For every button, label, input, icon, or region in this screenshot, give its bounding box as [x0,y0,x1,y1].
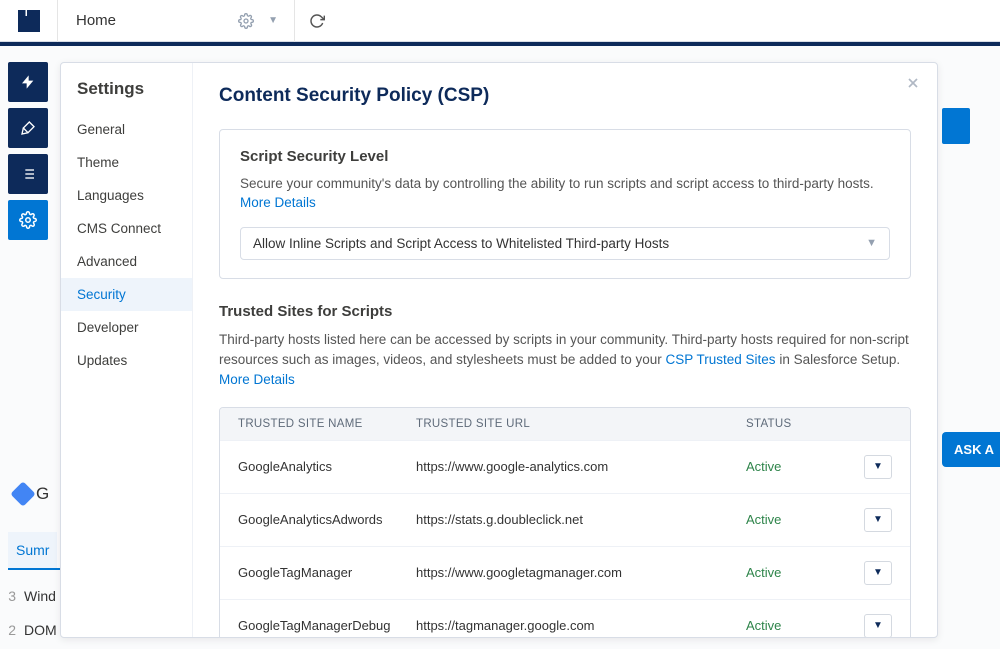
row-name: GoogleTagManagerDebug [238,618,416,633]
nav-languages[interactable]: Languages [61,179,192,212]
nav-cms-connect[interactable]: CMS Connect [61,212,192,245]
settings-main: Content Security Policy (CSP) Script Sec… [193,63,937,637]
script-security-card: Script Security Level Secure your commun… [219,129,911,279]
trusted-sites-desc: Third-party hosts listed here can be acc… [219,330,911,391]
rail-bolt-icon[interactable] [8,62,48,102]
row-name: GoogleAnalytics [238,459,416,474]
row-action-button[interactable]: ▼ [864,455,892,479]
close-button[interactable] [905,75,921,91]
more-details-link[interactable]: More Details [240,195,316,210]
page-title: Content Security Policy (CSP) [219,85,911,107]
app-launcher-icon[interactable] [0,0,58,42]
nav-updates[interactable]: Updates [61,344,192,377]
rail-gear-icon[interactable] [8,200,48,240]
security-level-select[interactable]: Allow Inline Scripts and Script Access t… [240,227,890,260]
bg-button [942,108,970,144]
rail-list-icon[interactable] [8,154,48,194]
row-name: GoogleTagManager [238,565,416,580]
topbar: Home ▼ [0,0,1000,42]
settings-sidebar: Settings General Theme Languages CMS Con… [61,63,193,637]
chevron-down-icon: ▼ [866,237,877,249]
row-status: Active [746,459,856,474]
home-tab[interactable]: Home ▼ [58,0,295,42]
nav-general[interactable]: General [61,113,192,146]
gtm-heading-partial: G [14,484,49,504]
trusted-sites-title: Trusted Sites for Scripts [219,303,911,320]
ask-button-partial: ASK A [942,432,1000,467]
script-security-desc: Secure your community's data by controll… [240,175,890,213]
row-status: Active [746,512,856,527]
gear-icon[interactable] [238,13,254,29]
row-action-button[interactable]: ▼ [864,508,892,532]
table-row: GoogleTagManagerDebug https://tagmanager… [220,599,910,637]
csp-trusted-sites-link[interactable]: CSP Trusted Sites [666,352,776,367]
gtm-icon [10,481,35,506]
header-status: STATUS [746,418,856,430]
settings-title: Settings [61,79,192,113]
script-security-title: Script Security Level [240,148,890,165]
row-url: https://www.google-analytics.com [416,459,746,474]
rail-brush-icon[interactable] [8,108,48,148]
row-name: GoogleAnalyticsAdwords [238,512,416,527]
row-status: Active [746,618,856,633]
security-level-value: Allow Inline Scripts and Script Access t… [253,236,669,251]
table-row: GoogleAnalyticsAdwords https://stats.g.d… [220,493,910,546]
nav-advanced[interactable]: Advanced [61,245,192,278]
table-row: GoogleAnalytics https://www.google-analy… [220,440,910,493]
header-url: TRUSTED SITE URL [416,418,746,430]
left-rail [8,62,48,240]
bg-row-2: 2 DOM [4,622,57,638]
home-tab-label: Home [76,12,116,29]
table-header: TRUSTED SITE NAME TRUSTED SITE URL STATU… [220,408,910,440]
more-details-link-2[interactable]: More Details [219,372,295,387]
bg-tab-summary: Sumr [8,532,57,568]
header-name: TRUSTED SITE NAME [238,418,416,430]
nav-theme[interactable]: Theme [61,146,192,179]
row-action-button[interactable]: ▼ [864,614,892,637]
table-row: GoogleTagManager https://www.googletagma… [220,546,910,599]
nav-developer[interactable]: Developer [61,311,192,344]
trusted-sites-table: TRUSTED SITE NAME TRUSTED SITE URL STATU… [219,407,911,637]
settings-modal: Settings General Theme Languages CMS Con… [60,62,938,638]
refresh-button[interactable] [295,13,339,29]
row-url: https://tagmanager.google.com [416,618,746,633]
header-divider [0,42,1000,46]
bg-row-1: 3 Wind [4,588,56,604]
row-url: https://stats.g.doubleclick.net [416,512,746,527]
chevron-down-icon[interactable]: ▼ [268,15,278,26]
row-status: Active [746,565,856,580]
nav-security[interactable]: Security [61,278,192,311]
row-url: https://www.googletagmanager.com [416,565,746,580]
row-action-button[interactable]: ▼ [864,561,892,585]
